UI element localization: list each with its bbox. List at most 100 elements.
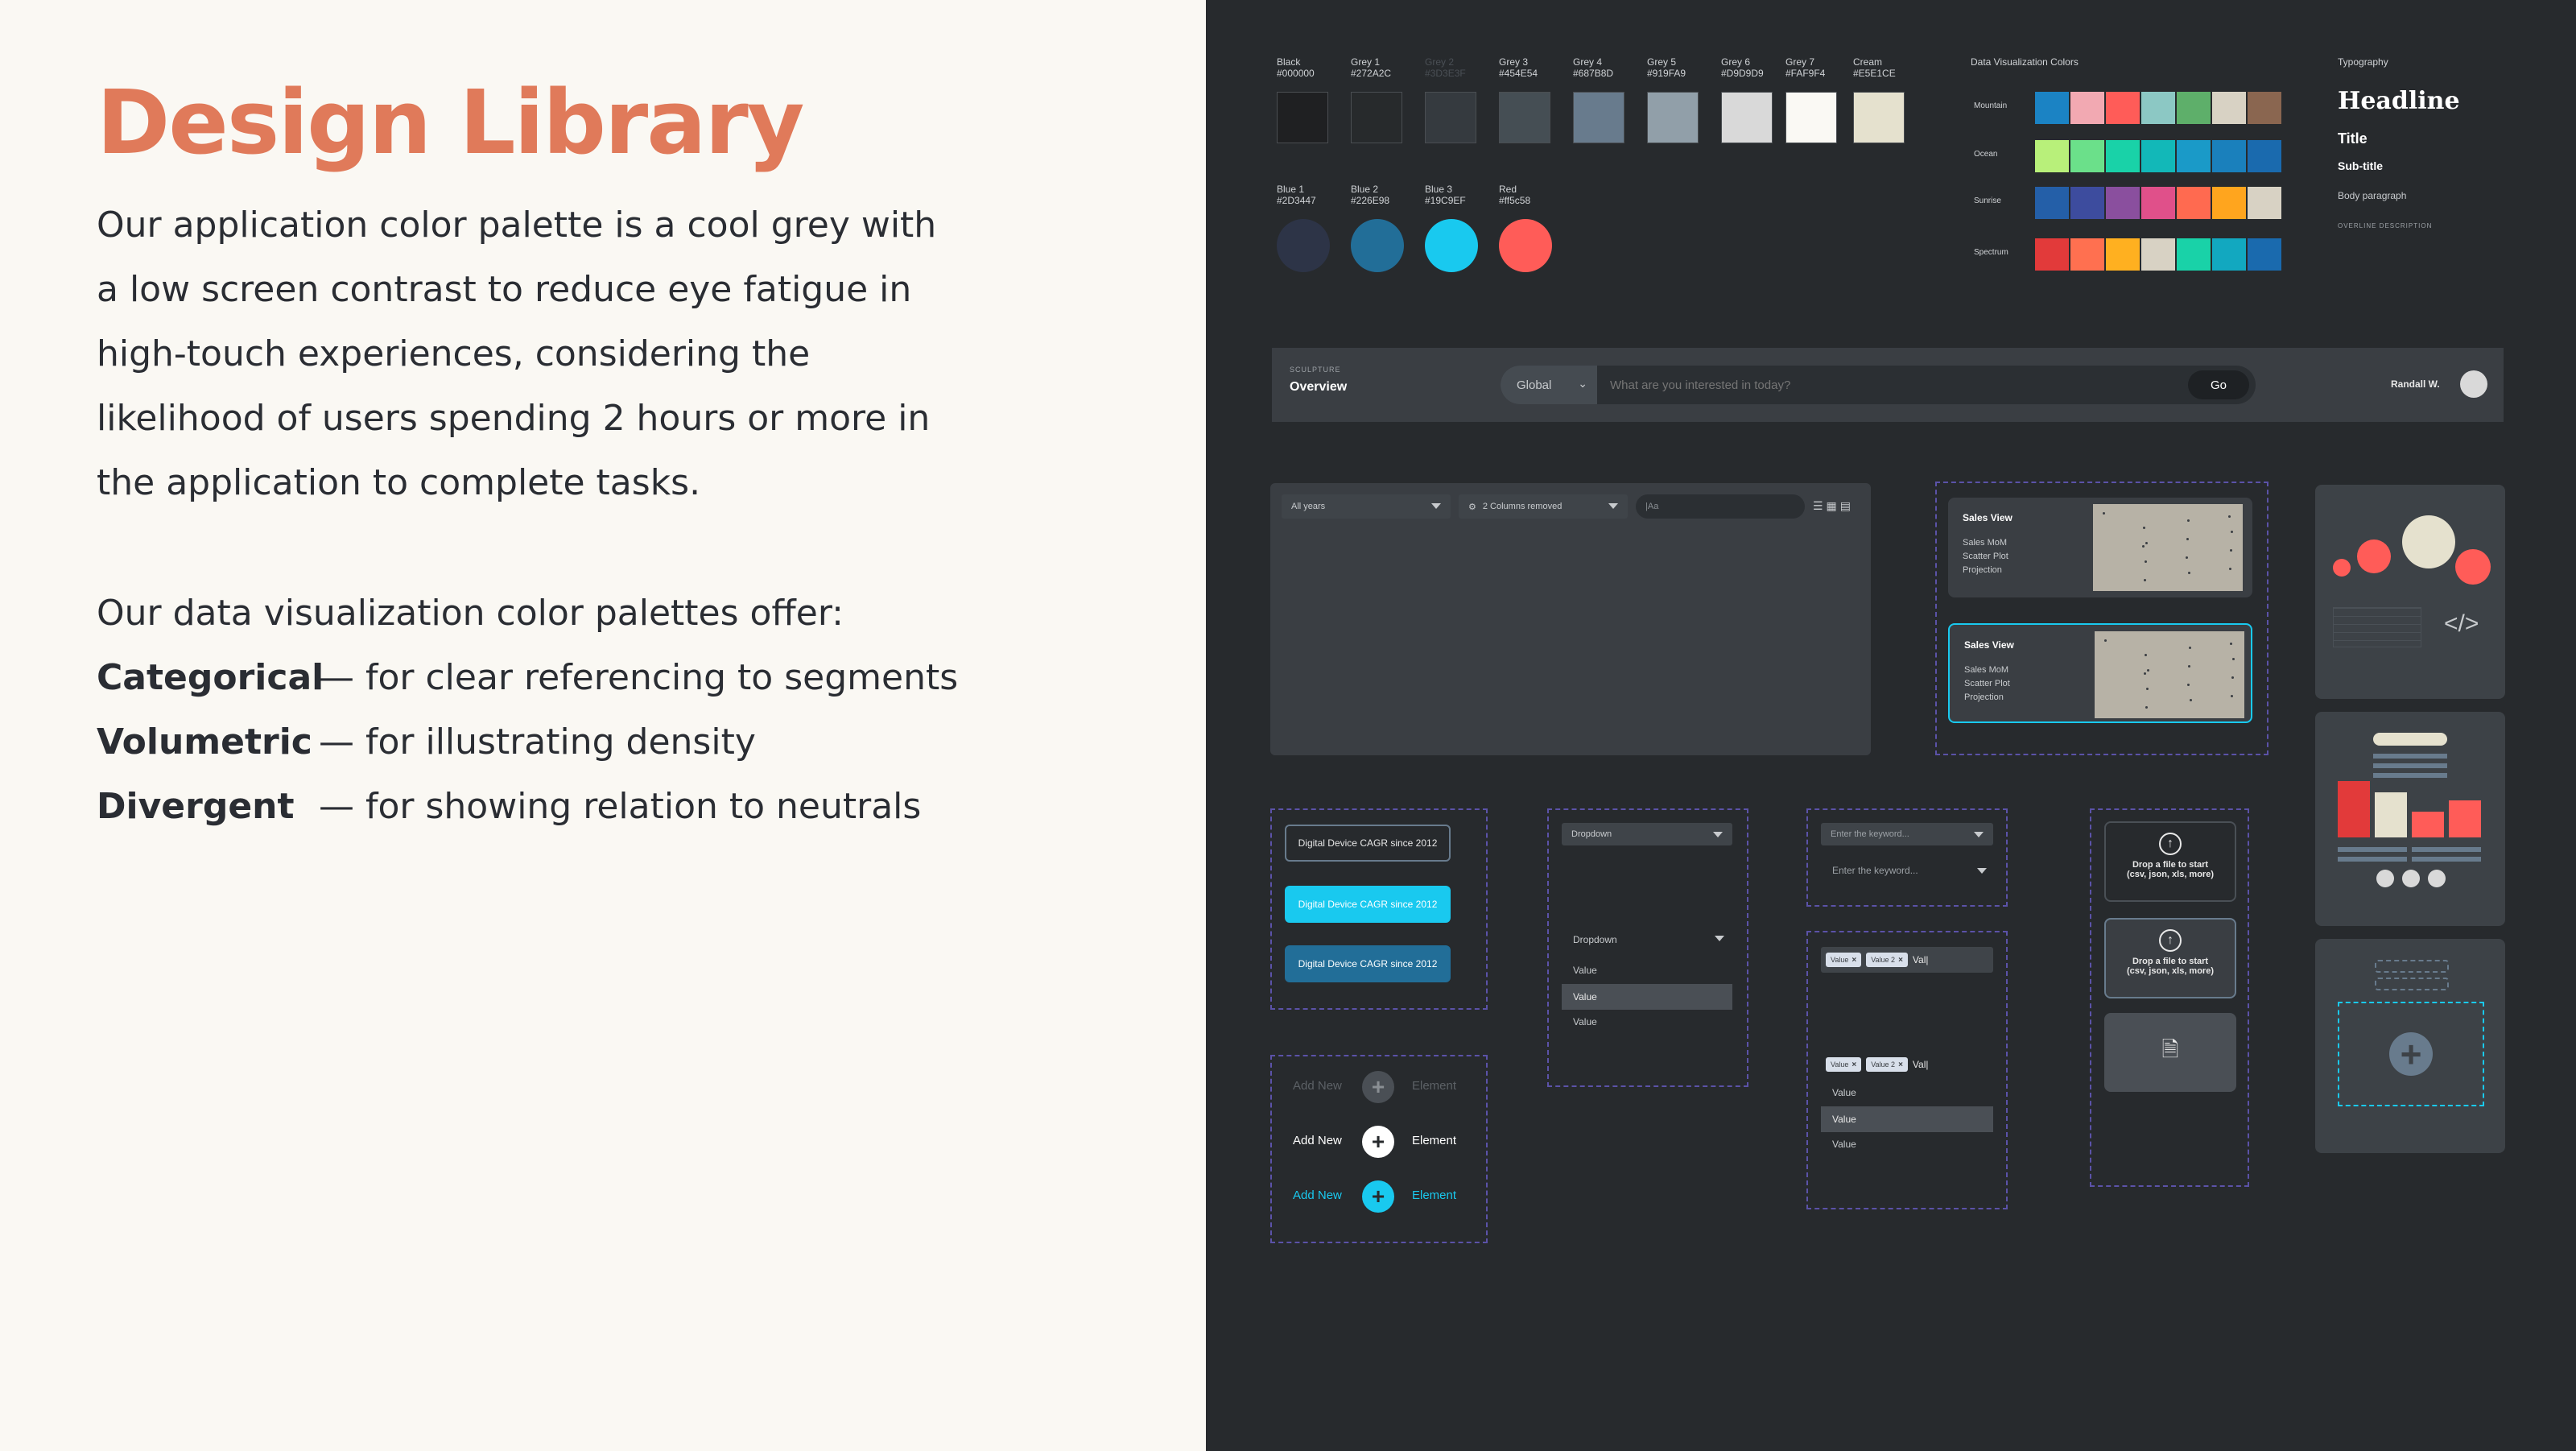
element-label[interactable]: Element	[1412, 1079, 1456, 1093]
color-circle	[1499, 219, 1552, 272]
scatter-point	[2231, 531, 2233, 533]
chevron-down-icon: ⌄	[1578, 377, 1587, 390]
years-dropdown[interactable]: All years	[1282, 494, 1451, 519]
upload-hint: (csv, json, xls, more)	[2126, 966, 2214, 976]
caret-down-icon	[1431, 503, 1441, 509]
avatar[interactable]	[2460, 370, 2487, 398]
skeleton-line	[2373, 773, 2447, 778]
palette-term: Divergent	[97, 786, 295, 827]
description-line: a low screen contrast to reduce eye fati…	[97, 269, 912, 310]
chip-label: Value	[1831, 1060, 1849, 1069]
multiselect-option[interactable]: Value	[1832, 1087, 1856, 1098]
plus-icon[interactable]: +	[1362, 1126, 1394, 1158]
scatter-point	[2232, 658, 2235, 660]
palette-item: Divergent — for showing relation to neut…	[97, 775, 1063, 839]
card-line: Projection	[1963, 565, 2002, 575]
primary-button[interactable]: Digital Device CAGR since 2012	[1285, 886, 1451, 923]
outline-button[interactable]: Digital Device CAGR since 2012	[1285, 825, 1451, 862]
file-dropzone-hover[interactable]: ↑ Drop a file to start (csv, json, xls, …	[2104, 918, 2236, 998]
color-swatch	[1425, 92, 1476, 143]
palette-swatch	[2212, 140, 2246, 172]
swatch-hex: #272A2C	[1351, 68, 1392, 79]
columns-dropdown[interactable]: ⚙ 2 Columns removed	[1459, 494, 1628, 519]
keyword-select[interactable]: Enter the keyword...	[1821, 823, 1993, 845]
multiselect-open[interactable]: Value × Value 2 × Val|	[1821, 1053, 1993, 1076]
drop-zone[interactable]: +	[2338, 1002, 2484, 1106]
settings-icon: ⚙	[1468, 502, 1476, 512]
filter-search-input[interactable]: |Aa	[1636, 494, 1805, 519]
bar	[2338, 781, 2370, 837]
file-uploaded[interactable]: 🗎	[2104, 1013, 2236, 1092]
scatter-point	[2231, 695, 2233, 697]
go-button[interactable]: Go	[2188, 370, 2249, 399]
palette-swatch	[2212, 92, 2246, 124]
swatch-hex: #919FA9	[1647, 68, 1686, 79]
sales-card[interactable]: Sales View Sales MoM Scatter Plot Projectio…	[1948, 498, 2252, 597]
color-circle	[1351, 219, 1404, 272]
card-line: Scatter Plot	[1963, 552, 2008, 561]
palette-swatch	[2177, 140, 2211, 172]
dropdown-option[interactable]: Value	[1573, 1016, 1597, 1027]
scope-select[interactable]: Global ⌄	[1501, 366, 1597, 404]
plus-icon[interactable]: +	[1362, 1071, 1394, 1103]
scatter-dot	[2455, 549, 2491, 585]
close-icon[interactable]: ×	[1852, 956, 1856, 965]
user-name: Randall W.	[2391, 378, 2440, 390]
color-swatch	[1721, 92, 1773, 143]
typography-heading: Typography	[2338, 56, 2388, 68]
bar-chart-tile	[2315, 712, 2505, 926]
dot	[2402, 870, 2420, 887]
search-input[interactable]	[1610, 372, 2174, 398]
palette-swatch	[2070, 238, 2104, 271]
dropdown-option-selected[interactable]: Value	[1562, 984, 1732, 1010]
view-toggle-icons[interactable]: ☰▦▤	[1813, 499, 1854, 513]
element-label[interactable]: Element	[1412, 1188, 1456, 1202]
swatch-name: Grey 2	[1425, 56, 1455, 68]
add-new-label[interactable]: Add New	[1293, 1134, 1342, 1147]
swatch-label: Red #ff5c58	[1499, 184, 1530, 206]
secondary-button[interactable]: Digital Device CAGR since 2012	[1285, 945, 1451, 982]
close-icon[interactable]: ×	[1898, 1060, 1903, 1069]
add-new-label[interactable]: Add New	[1293, 1079, 1342, 1093]
plus-icon[interactable]: +	[1362, 1180, 1394, 1213]
palette-swatches	[2035, 187, 2283, 219]
palette-swatch	[2070, 92, 2104, 124]
scatter-point	[2144, 579, 2146, 581]
multiselect-option-selected[interactable]: Value	[1821, 1106, 1993, 1132]
sales-card[interactable]: Sales View Sales MoM Scatter Plot Projectio…	[1948, 623, 2252, 723]
add-new-label[interactable]: Add New	[1293, 1188, 1342, 1202]
close-icon[interactable]: ×	[1852, 1060, 1856, 1069]
palette-name: Ocean	[1974, 150, 1998, 159]
palette-swatch	[2248, 187, 2281, 219]
skeleton-line	[2412, 847, 2481, 852]
element-label[interactable]: Element	[1412, 1134, 1456, 1147]
caret-down-icon	[1713, 832, 1723, 837]
dropdown-label: Dropdown	[1571, 829, 1612, 839]
file-dropzone[interactable]: ↑ Drop a file to start (csv, json, xls, …	[2104, 821, 2236, 902]
typography-body: Body paragraph	[2338, 190, 2407, 201]
dropdown-closed[interactable]: Dropdown	[1562, 823, 1732, 845]
dropdown-open-label[interactable]: Dropdown	[1573, 934, 1617, 945]
bar	[2412, 812, 2444, 837]
swatch-name: Blue 2	[1351, 184, 1379, 195]
upload-icon: ↑	[2159, 929, 2182, 952]
swatch-label: Grey 1 #272A2C	[1351, 56, 1391, 79]
multiselect-input[interactable]: Value × Value 2 × Val|	[1821, 947, 1993, 973]
dropdown-option[interactable]: Value	[1573, 965, 1597, 976]
color-circle	[1425, 219, 1478, 272]
bar	[2449, 800, 2481, 837]
scope-label: Global	[1517, 378, 1552, 392]
skeleton-line	[2338, 847, 2407, 852]
keyword-select-flat[interactable]: Enter the keyword...	[1832, 865, 1918, 876]
design-sheet: Data Visualization Colors Typography Hea…	[1206, 0, 2576, 1451]
search-bar: Global ⌄ Go	[1501, 366, 2256, 404]
color-swatch	[1573, 92, 1624, 143]
color-swatch	[1351, 92, 1402, 143]
columns-label: 2 Columns removed	[1482, 502, 1563, 511]
plus-icon[interactable]: +	[2389, 1032, 2433, 1076]
swatch-name: Blue 3	[1425, 184, 1453, 195]
close-icon[interactable]: ×	[1898, 956, 1903, 965]
palette-swatch	[2248, 92, 2281, 124]
scatter-point	[2188, 665, 2190, 668]
multiselect-option[interactable]: Value	[1832, 1139, 1856, 1150]
